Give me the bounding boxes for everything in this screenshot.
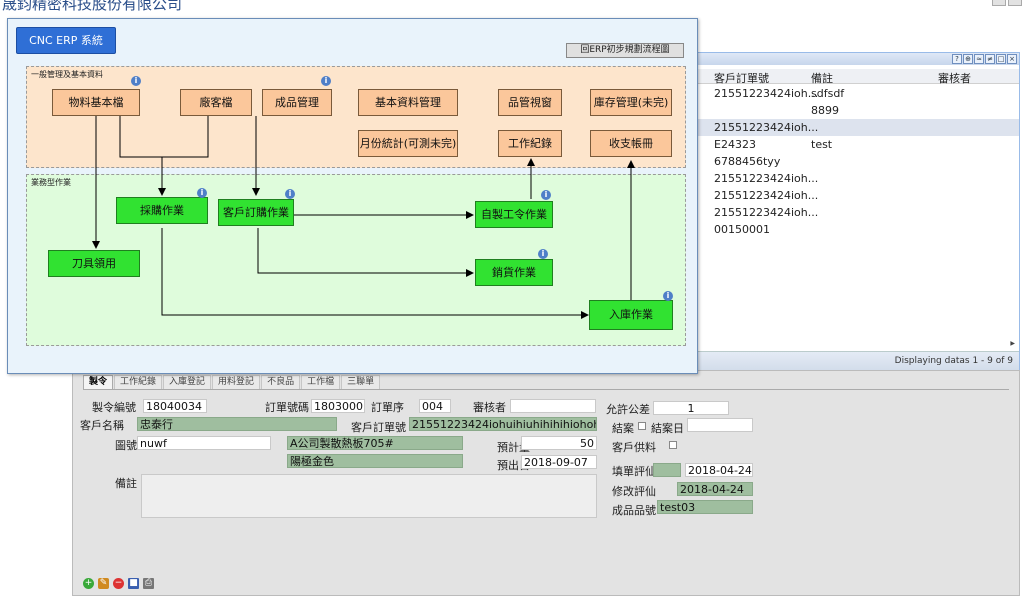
tab-warehousing[interactable]: 入庫登記	[163, 375, 212, 389]
cell-order: 21551223424ioh...	[714, 87, 819, 100]
close-date-label: 結案日	[651, 422, 684, 435]
customer-po-label: 客戶訂單號	[351, 421, 406, 434]
cell-order: 21551223424ioh...	[714, 189, 819, 202]
add-icon[interactable]: +	[83, 578, 94, 589]
spec1-field[interactable]: A公司製散熱板705#	[287, 436, 463, 450]
node-product-management[interactable]: 成品管理	[262, 89, 332, 116]
node-qc-window[interactable]: 品管視窗	[498, 89, 562, 116]
reviewer-field[interactable]	[510, 399, 596, 413]
node-work-log[interactable]: 工作紀錄	[498, 130, 562, 157]
node-customer-order[interactable]: 客戶訂購作業	[218, 199, 294, 226]
node-cashbook[interactable]: 收支帳冊	[590, 130, 672, 157]
tab-work-file[interactable]: 工作檔	[301, 375, 341, 389]
po-no-label: 訂單號碼	[265, 401, 309, 414]
close-date-field[interactable]	[687, 418, 753, 432]
window-minimize-button[interactable]	[992, 0, 1006, 6]
save-icon[interactable]: ■	[128, 578, 139, 589]
tab-work-order[interactable]: 製令	[83, 375, 114, 389]
help-icon[interactable]: ?	[952, 54, 962, 64]
drawing-field[interactable]: nuwf	[137, 436, 271, 450]
tab-defects[interactable]: 不良品	[261, 375, 301, 389]
tab-material-usage[interactable]: 用料登記	[212, 375, 261, 389]
tolerance-label: 允許公差	[606, 403, 650, 416]
customer-label: 客戶名稱	[80, 419, 124, 432]
drawing-label: 圖號	[115, 439, 137, 452]
node-monthly-stats[interactable]: 月份統計(可測未完)	[358, 130, 458, 157]
cell-order: 00150001	[714, 223, 770, 236]
cell-note: 8899	[811, 104, 839, 117]
scroll-right-icon[interactable]: ▶	[1010, 340, 1015, 347]
customer-material-label: 客戶供料	[612, 441, 656, 454]
collapse-icon[interactable]: ≈	[974, 54, 984, 64]
expand-icon[interactable]: ≠	[985, 54, 995, 64]
print-icon[interactable]: ⎙	[143, 578, 154, 589]
cell-order: 21551223424ioh...	[714, 172, 819, 185]
filled-by-field[interactable]	[653, 463, 681, 477]
column-header-reviewer[interactable]: 審核者	[938, 70, 971, 86]
due-date-field[interactable]: 2018-09-07	[521, 455, 597, 469]
customer-material-checkbox[interactable]	[669, 441, 677, 449]
close-icon[interactable]: ×	[1007, 54, 1017, 64]
product-no-label: 成品品號	[612, 504, 656, 517]
filled-date-field[interactable]: 2018-04-24	[685, 463, 753, 477]
order-no-field[interactable]: 18040034	[143, 399, 207, 413]
tab-divider	[83, 389, 1009, 390]
filled-by-label: 填單評仙	[612, 465, 656, 478]
customer-po-field[interactable]: 21551223424iohuihiuhihihihiohohohlk	[409, 417, 597, 431]
reviewer-label: 審核者	[473, 401, 506, 414]
info-icon[interactable]: i	[538, 249, 548, 259]
modified-by-label: 修改評仙	[612, 485, 656, 498]
info-icon[interactable]: i	[663, 291, 673, 301]
form-tabs: 製令 工作紀錄 入庫登記 用料登記 不良品 工作檔 三聯單	[83, 375, 381, 389]
edit-icon[interactable]: ✎	[98, 578, 109, 589]
app-title: 晟鈞精密科技股份有限公司	[2, 0, 183, 13]
tab-triplicate[interactable]: 三聯單	[341, 375, 381, 389]
info-icon[interactable]: i	[131, 76, 141, 86]
form-actions: + ✎ − ■ ⎙	[83, 578, 154, 589]
remark-label: 備註	[115, 477, 137, 490]
cell-order: 6788456tyy	[714, 155, 781, 168]
modified-date-field[interactable]: 2018-04-24	[677, 482, 753, 496]
pager-summary: Displaying datas 1 - 9 of 9	[894, 356, 1013, 366]
column-header-note[interactable]: 備註	[811, 70, 833, 86]
tolerance-field[interactable]: 1	[653, 401, 729, 415]
po-seq-field[interactable]: 004	[419, 399, 451, 413]
node-inventory[interactable]: 庫存管理(未完)	[590, 89, 672, 116]
work-order-form: 製令 工作紀錄 入庫登記 用料登記 不良品 工作檔 三聯單 製令編號 18040…	[72, 370, 1020, 596]
closed-label: 結案	[612, 422, 634, 435]
spec2-field[interactable]: 陽極金色	[287, 454, 463, 468]
refresh-icon[interactable]: ⊕	[963, 54, 973, 64]
cell-order: 21551223424ioh...	[714, 121, 819, 134]
node-tool-use[interactable]: 刀具領用	[48, 250, 140, 277]
closed-checkbox[interactable]	[638, 422, 646, 430]
node-vendor-customer[interactable]: 廠客檔	[180, 89, 252, 116]
tab-work-log[interactable]: 工作紀錄	[114, 375, 163, 389]
node-basic-data[interactable]: 基本資料管理	[358, 89, 458, 116]
cell-order: E24323	[714, 138, 756, 151]
remark-textarea[interactable]	[141, 474, 597, 518]
info-icon[interactable]: i	[285, 189, 295, 199]
info-icon[interactable]: i	[197, 188, 207, 198]
node-purchase[interactable]: 採購作業	[116, 197, 208, 224]
customer-field[interactable]: 忠泰行	[137, 417, 337, 431]
cell-note: test	[811, 138, 833, 151]
order-no-label: 製令編號	[92, 401, 136, 414]
node-production-order[interactable]: 自製工令作業	[475, 201, 553, 228]
po-no-field[interactable]: 18030001	[311, 399, 365, 413]
po-seq-label: 訂單序	[371, 401, 404, 414]
erp-flow-popup: CNC ERP 系統 回ERP初步規劃流程圖 一般管理及基本資料 業務型作業 物…	[7, 18, 698, 374]
cell-order: 21551223424ioh...	[714, 206, 819, 219]
info-icon[interactable]: i	[321, 76, 331, 86]
maximize-icon[interactable]: □	[996, 54, 1006, 64]
node-warehousing[interactable]: 入庫作業	[589, 300, 673, 330]
delete-icon[interactable]: −	[113, 578, 124, 589]
info-icon[interactable]: i	[541, 190, 551, 200]
cell-note: sdfsdf	[811, 87, 845, 100]
node-material-master[interactable]: 物料基本檔	[52, 89, 140, 116]
node-sales[interactable]: 銷貨作業	[475, 259, 553, 286]
product-no-field[interactable]: test03	[657, 500, 753, 514]
window-close-button[interactable]	[1008, 0, 1022, 6]
column-header-customer-order[interactable]: 客戶訂單號	[714, 70, 769, 86]
planned-qty-field[interactable]: 50	[521, 436, 597, 450]
